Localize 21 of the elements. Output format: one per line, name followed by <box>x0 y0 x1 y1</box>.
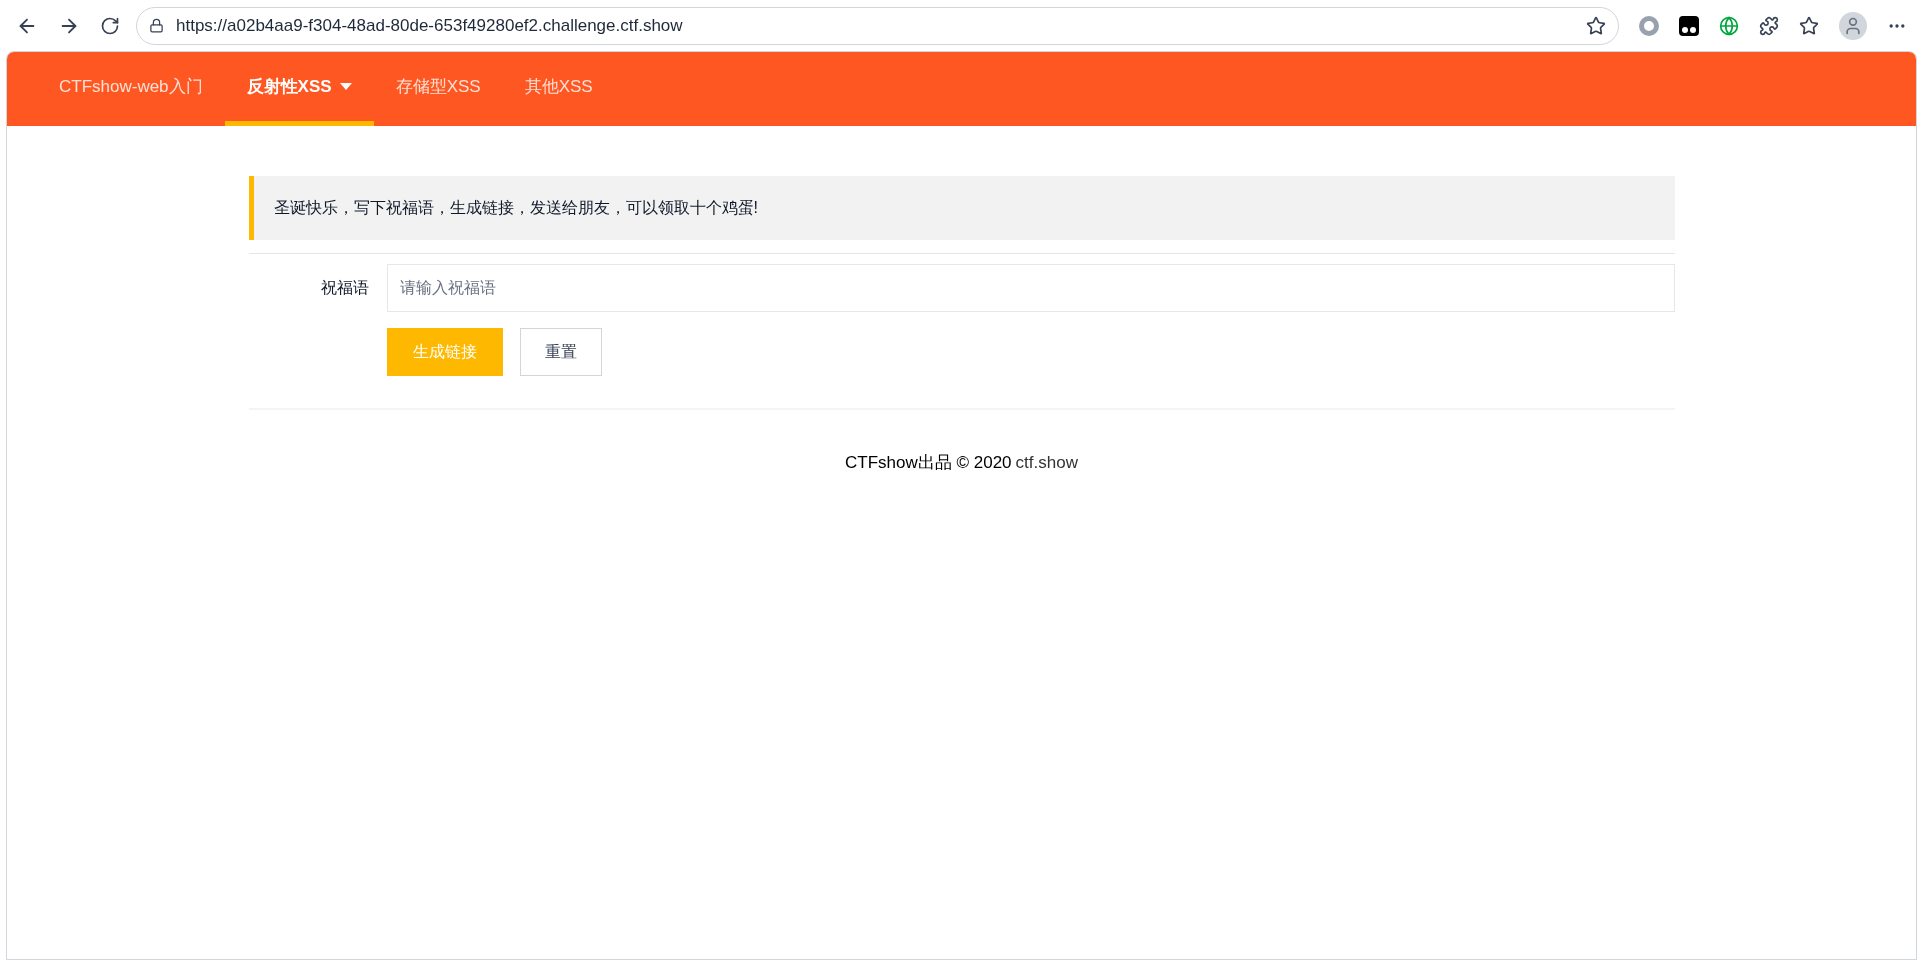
extensions-icon[interactable] <box>1759 15 1779 36</box>
profile-avatar-icon[interactable] <box>1839 11 1867 40</box>
nav-tab[interactable]: 其他XSS <box>502 52 615 126</box>
generate-link-button[interactable]: 生成链接 <box>386 328 503 376</box>
nav-tab[interactable]: 存储型XSS <box>373 52 503 126</box>
favorite-star-icon[interactable] <box>1586 15 1606 36</box>
lock-icon <box>149 18 164 33</box>
blessing-input-field[interactable]: 请输入祝福语 <box>386 264 1675 312</box>
reload-icon[interactable] <box>100 15 120 36</box>
nav-tab[interactable]: 反射性XSS <box>224 52 374 126</box>
nav-tab[interactable]: CTFshow-web入门 <box>37 52 225 126</box>
globe-icon[interactable] <box>1719 15 1739 36</box>
footer-text: CTFshow出品 © 2020 <box>845 452 1012 474</box>
notice-text: 圣诞快乐，写下祝福语，生成链接，发送给朋友，可以领取十个鸡蛋! <box>273 198 758 218</box>
reset-button[interactable]: 重置 <box>519 328 602 376</box>
field-label: 祝福语 <box>319 278 370 298</box>
url-text: https://a02b4aa9-f304-48ad-80de-653f49280ef2.challenge.ctf.show <box>176 14 683 37</box>
footer-link[interactable]: ctf.show <box>1015 450 1078 476</box>
ring-icon[interactable] <box>1639 15 1659 36</box>
favorites-icon[interactable] <box>1799 15 1819 36</box>
extension-icon[interactable] <box>1679 15 1699 36</box>
